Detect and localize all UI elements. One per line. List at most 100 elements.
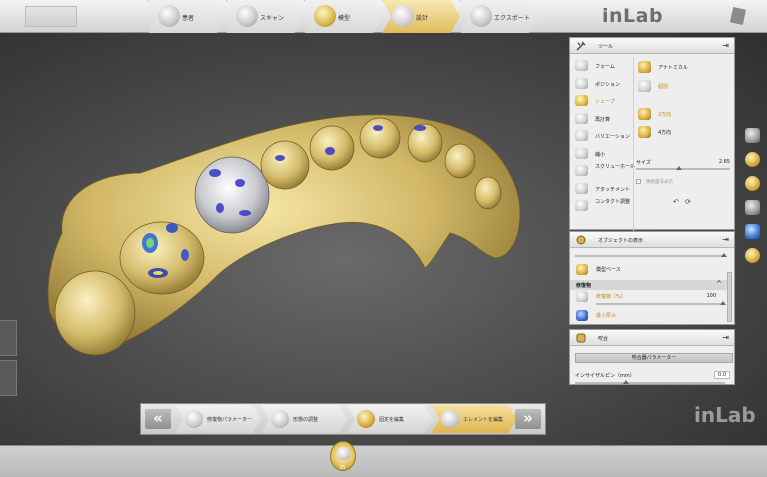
articulator-parameters-button[interactable]: 咬合器パラメーター xyxy=(575,353,733,363)
panel-title: ツール xyxy=(598,44,614,50)
prev-step-button[interactable]: « xyxy=(145,409,171,429)
pin-icon[interactable]: ⇥ xyxy=(722,41,729,50)
step-label: スキャン xyxy=(260,15,285,22)
pin-icon[interactable]: ⇥ xyxy=(722,333,729,342)
tooth-gold-icon[interactable] xyxy=(745,152,760,167)
left-side-tab[interactable] xyxy=(0,320,17,356)
cube-icon[interactable] xyxy=(745,128,760,143)
edit-fixation-icon xyxy=(357,410,375,428)
incisal-pin-slider[interactable] xyxy=(575,380,725,384)
tool-shape[interactable]: シェープ xyxy=(573,92,633,110)
design-steps-bar: « 修復物パラメーター 形態の調整 固定を編集 エレメントを編集 » xyxy=(140,403,546,435)
objects-panel-header[interactable]: オブジェクトの表示 ⇥ xyxy=(570,232,734,248)
tooth-icon xyxy=(337,447,350,460)
incisal-pin-field: インサイザルピン（mm） 0.0 xyxy=(575,370,733,380)
tool-label: ポジション xyxy=(595,81,621,88)
redo-icon[interactable]: ⟳ xyxy=(685,198,691,206)
workflow-steps: 患者 スキャン 模型 設計 エクスポート xyxy=(148,0,538,33)
option-label: 4方向 xyxy=(658,130,672,136)
book-icon[interactable] xyxy=(745,200,760,215)
app-menu-icon[interactable] xyxy=(730,7,746,25)
step-design[interactable]: 設計 xyxy=(382,0,460,33)
step-model[interactable]: 模型 xyxy=(304,0,382,33)
slider-thumb[interactable] xyxy=(676,166,682,170)
tool-label: コンタクト調整 xyxy=(595,199,631,205)
row-label: 最小厚み xyxy=(596,313,617,319)
tool-variation[interactable]: バリエーション xyxy=(573,127,633,145)
step-label: 修復物パラメーター xyxy=(207,417,252,423)
recalculate-icon xyxy=(575,112,588,124)
option-individual[interactable]: 個別 xyxy=(636,78,730,94)
model-icon xyxy=(314,5,336,27)
option-four-direction[interactable]: 4方向 xyxy=(636,124,730,140)
status-bar: 36 xyxy=(0,441,767,477)
variation-icon xyxy=(575,130,588,141)
occlusion-panel-header[interactable]: 咬合 ⇥ xyxy=(570,330,734,346)
toolbox-icon[interactable] xyxy=(745,248,760,263)
form-icon xyxy=(575,60,588,71)
two-direction-icon xyxy=(638,108,651,120)
tool-label: バリエーション xyxy=(595,134,630,140)
tool-list: フォーム ポジション シェープ 再計算 バリエーション 縮小 スクリューホール … xyxy=(573,57,635,215)
step-label: エクスポート xyxy=(494,15,530,22)
tool-contact-adjust[interactable]: コンタクト調整 xyxy=(573,197,633,215)
tool-recalculate[interactable]: 再計算 xyxy=(573,110,633,128)
step-export[interactable]: エクスポート xyxy=(460,0,538,33)
option-two-direction[interactable]: 2方向 xyxy=(636,106,730,122)
bottom-step-edit-fixation[interactable]: 固定を編集 xyxy=(347,405,433,433)
tool-attachment[interactable]: アタッチメント xyxy=(573,180,633,198)
option-anatomical[interactable]: アナトミカル xyxy=(636,59,730,75)
panel-title: オブジェクトの表示 xyxy=(598,238,644,244)
min-thickness-row[interactable]: 最小厚み xyxy=(570,308,734,323)
tool-position[interactable]: ポジション xyxy=(573,75,633,93)
tool-form[interactable]: フォーム xyxy=(573,57,633,75)
step-label: エレメントを編集 xyxy=(463,417,504,423)
min-thickness-icon xyxy=(576,310,588,321)
tooth-scan-icon[interactable] xyxy=(745,176,760,191)
anatomical-icon xyxy=(638,61,651,73)
brand-watermark: inLab xyxy=(694,403,756,427)
top-toolbar: 患者 スキャン 模型 設計 エクスポート inLab xyxy=(0,0,767,33)
tool-label: 縮小 xyxy=(595,151,606,158)
restoration-slider[interactable] xyxy=(596,301,726,305)
tool-label: アタッチメント xyxy=(595,186,631,193)
position-icon xyxy=(575,77,588,89)
step-scan[interactable]: スキャン xyxy=(226,0,304,33)
tool-shrink[interactable]: 縮小 xyxy=(573,145,633,163)
step-label: 設計 xyxy=(416,15,429,22)
hide-adjacent-checkbox[interactable]: 隣接面非表示 xyxy=(636,178,732,187)
tool-screw-hole[interactable]: スクリューホール xyxy=(573,162,635,180)
restoration-percent-row[interactable]: 修復物（%） 100 xyxy=(570,289,734,304)
objects-slider[interactable] xyxy=(575,253,727,257)
panel-title: 咬合 xyxy=(598,336,609,342)
row-label: 模型ベース xyxy=(596,267,621,273)
left-side-tab[interactable] xyxy=(0,360,17,396)
next-step-button[interactable]: » xyxy=(515,409,541,429)
slider-thumb[interactable] xyxy=(721,253,727,257)
app-brand: inLab xyxy=(602,5,664,27)
step-patient[interactable]: 患者 xyxy=(148,0,226,33)
top-left-slot[interactable] xyxy=(25,6,77,27)
bottom-step-restoration-params[interactable]: 修復物パラメーター xyxy=(175,405,261,433)
field-value[interactable]: 0.0 xyxy=(714,371,730,379)
size-slider[interactable] xyxy=(636,166,730,170)
slider-thumb[interactable] xyxy=(720,301,726,305)
screen-icon[interactable] xyxy=(745,224,760,239)
undo-icon[interactable]: ↶ xyxy=(673,198,679,206)
model-base-row[interactable]: 模型ベース xyxy=(570,262,734,277)
bottom-step-edit-element[interactable]: エレメントを編集 xyxy=(431,405,517,433)
restoration-icon xyxy=(576,291,588,302)
bottom-step-shape-adjust[interactable]: 形態の調整 xyxy=(261,405,347,433)
right-icon-strip xyxy=(745,128,763,272)
shape-adjust-icon xyxy=(271,410,289,428)
size-value[interactable]: 2.65 xyxy=(719,159,730,165)
tools-panel-header[interactable]: ツール ⇥ xyxy=(570,38,734,54)
objects-scrollbar[interactable] xyxy=(727,272,732,322)
checkbox-label: 隣接面非表示 xyxy=(646,180,673,185)
pin-icon[interactable]: ⇥ xyxy=(722,235,729,244)
shrink-icon xyxy=(575,147,588,159)
slider-thumb[interactable] xyxy=(623,380,629,384)
checkbox-box[interactable] xyxy=(636,179,641,184)
option-label: 個別 xyxy=(658,84,669,90)
collapse-icon[interactable]: ^ xyxy=(716,280,722,288)
